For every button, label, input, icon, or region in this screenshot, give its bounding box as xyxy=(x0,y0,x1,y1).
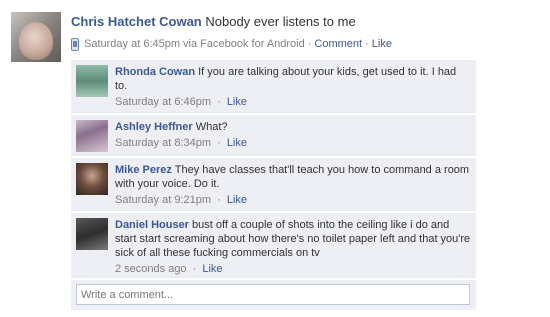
commenter-avatar[interactable] xyxy=(76,120,108,152)
comment-body: Rhonda Cowan If you are talking about yo… xyxy=(115,65,471,93)
post-timestamp[interactable]: Saturday at 6:45pm via Facebook for Andr… xyxy=(84,38,305,50)
post-author-name[interactable]: Chris Hatchet Cowan xyxy=(71,14,202,29)
comments-list: Rhonda Cowan If you are talking about yo… xyxy=(71,60,476,310)
post-body: Chris Hatchet Cowan Nobody ever listens … xyxy=(71,13,541,52)
commenter-avatar[interactable] xyxy=(76,218,108,250)
comment-item: Rhonda Cowan If you are talking about yo… xyxy=(71,60,476,113)
comment-body: Ashley Heffner What? xyxy=(115,120,471,134)
comment-item: Mike Perez They have classes that'll tea… xyxy=(71,158,476,211)
comment-meta: Saturday at 9:21pm · Like xyxy=(115,194,471,207)
commenter-name[interactable]: Ashley Heffner xyxy=(115,121,193,133)
post-like-link[interactable]: Like xyxy=(372,38,392,50)
comment-timestamp[interactable]: Saturday at 6:46pm xyxy=(115,96,211,108)
commenter-avatar[interactable] xyxy=(76,65,108,97)
post-message: Chris Hatchet Cowan Nobody ever listens … xyxy=(71,13,541,31)
mobile-phone-icon xyxy=(71,37,79,51)
post-author-avatar[interactable] xyxy=(11,12,61,62)
commenter-name[interactable]: Rhonda Cowan xyxy=(115,66,195,78)
commenter-name[interactable]: Daniel Houser xyxy=(115,219,189,231)
post-text: Nobody ever listens to me xyxy=(205,14,356,29)
comment-meta: Saturday at 6:46pm · Like xyxy=(115,96,471,109)
comment-like-link[interactable]: Like xyxy=(227,194,247,206)
commenter-name[interactable]: Mike Perez xyxy=(115,164,172,176)
comment-body: Mike Perez They have classes that'll tea… xyxy=(115,163,471,191)
meta-separator: · xyxy=(307,38,312,50)
comment-timestamp[interactable]: 2 seconds ago xyxy=(115,263,187,275)
post-meta: Saturday at 6:45pm via Facebook for Andr… xyxy=(71,36,541,52)
avatar-face xyxy=(19,22,53,60)
meta-separator: · xyxy=(365,38,369,50)
comment-like-link[interactable]: Like xyxy=(227,137,247,149)
meta-separator: · xyxy=(217,194,221,206)
comment-body: Daniel Houser bust off a couple of shots… xyxy=(115,218,471,260)
write-comment-input[interactable] xyxy=(76,284,470,305)
commenter-avatar[interactable] xyxy=(76,163,108,195)
comment-like-link[interactable]: Like xyxy=(227,96,247,108)
comment-composer xyxy=(71,280,476,310)
comment-timestamp[interactable]: Saturday at 8:34pm xyxy=(115,137,211,149)
comment-meta: Saturday at 8:34pm · Like xyxy=(115,137,471,150)
comment-timestamp[interactable]: Saturday at 9:21pm xyxy=(115,194,211,206)
meta-separator: · xyxy=(192,263,197,275)
comment-item: Daniel Houser bust off a couple of shots… xyxy=(71,213,476,278)
comment-item: Ashley Heffner What? Saturday at 8:34pm … xyxy=(71,115,476,156)
meta-separator: · xyxy=(217,137,221,149)
comment-link[interactable]: Comment xyxy=(314,38,362,50)
comment-meta: 2 seconds ago · Like xyxy=(115,263,471,276)
meta-separator: · xyxy=(217,96,221,108)
comment-like-link[interactable]: Like xyxy=(202,263,222,275)
comment-text: What? xyxy=(195,121,228,133)
